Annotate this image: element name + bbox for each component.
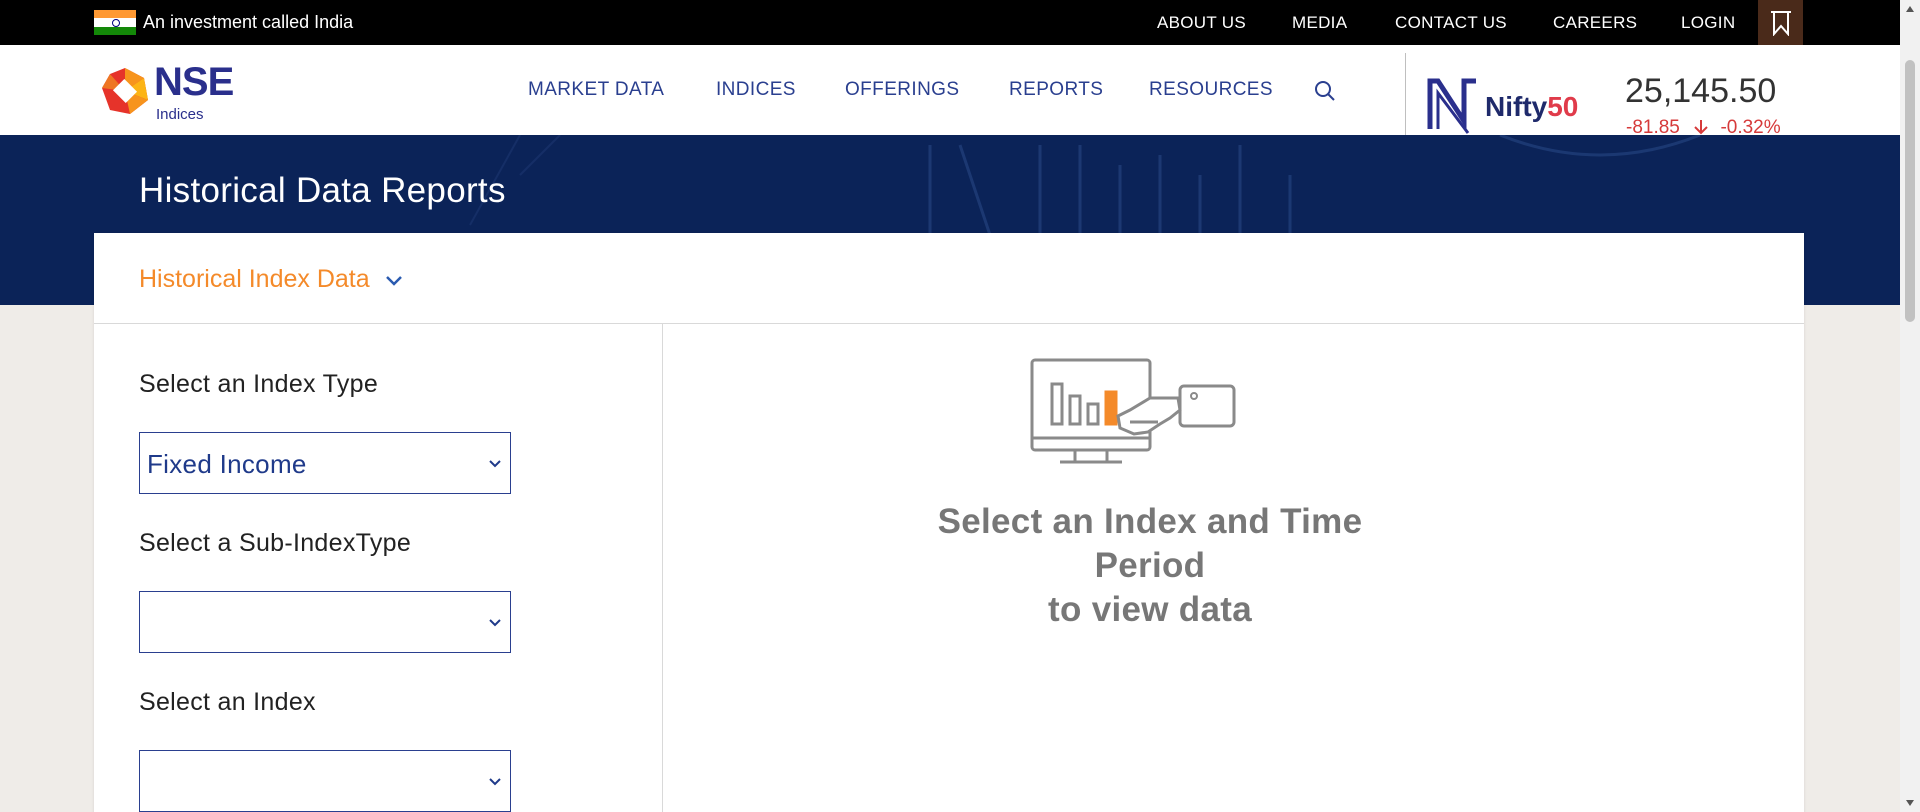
index-type-label: Select an Index Type (139, 370, 379, 398)
chevron-down-icon (385, 275, 402, 286)
login-link[interactable]: LOGIN (1681, 13, 1735, 33)
report-type-label: Historical Index Data (139, 265, 370, 293)
scroll-up-arrow-icon[interactable] (1905, 4, 1915, 14)
sub-index-type-label: Select a Sub-IndexType (139, 529, 412, 557)
card-divider (94, 323, 1804, 324)
nav-offerings[interactable]: OFFERINGS (845, 79, 959, 101)
search-icon[interactable] (1314, 80, 1336, 102)
report-type-dropdown[interactable]: Historical Index Data (139, 265, 404, 294)
top-bar: An investment called India ABOUT US MEDI… (0, 0, 1900, 45)
scrollbar-thumb[interactable] (1905, 60, 1915, 322)
scroll-down-arrow-icon[interactable] (1905, 798, 1915, 808)
nav-market-data[interactable]: MARKET DATA (528, 79, 664, 101)
logo-subtitle: Indices (156, 106, 204, 123)
index-label: Select an Index (139, 688, 316, 716)
nav-reports[interactable]: REPORTS (1009, 79, 1103, 101)
page-title: Historical Data Reports (139, 171, 506, 210)
index-type-value: Fixed Income (147, 449, 307, 479)
nav-indices[interactable]: INDICES (716, 79, 796, 101)
nifty50-logo[interactable]: Nifty50 (1424, 73, 1594, 143)
chevron-down-icon (489, 778, 501, 786)
nifty-mark-icon (1427, 78, 1476, 140)
arrow-down-icon (1694, 120, 1708, 135)
about-us-link[interactable]: ABOUT US (1157, 13, 1246, 33)
bookmark-icon (1770, 10, 1791, 36)
bookmark-button[interactable] (1758, 0, 1803, 45)
vertical-scrollbar[interactable] (1900, 0, 1920, 812)
india-flag-icon (94, 10, 136, 35)
index-type-select[interactable]: Fixed Income (139, 432, 511, 494)
careers-link[interactable]: CAREERS (1553, 13, 1637, 33)
chevron-down-icon (489, 619, 501, 627)
nav-resources[interactable]: RESOURCES (1149, 79, 1273, 101)
chevron-down-icon (489, 460, 501, 468)
media-link[interactable]: MEDIA (1292, 13, 1347, 33)
nse-logo[interactable]: NSE Indices (100, 60, 250, 125)
nse-logo-mark-icon (102, 68, 148, 114)
contact-us-link[interactable]: CONTACT US (1395, 13, 1507, 33)
main-navbar: NSE Indices MARKET DATA INDICES OFFERING… (0, 45, 1900, 158)
nifty-index-value: 25,145.50 (1625, 72, 1777, 110)
tagline: An investment called India (143, 12, 354, 32)
sub-index-type-select[interactable] (139, 591, 511, 653)
nifty-brand: Nifty50 (1485, 91, 1579, 122)
page: An investment called India ABOUT US MEDI… (0, 0, 1920, 812)
select-data-illustration-icon (1030, 358, 1236, 464)
column-divider (662, 324, 663, 812)
empty-state-message: Select an Index and Time Period to view … (937, 502, 1363, 629)
index-select[interactable] (139, 750, 511, 812)
logo-name: NSE (154, 60, 234, 104)
